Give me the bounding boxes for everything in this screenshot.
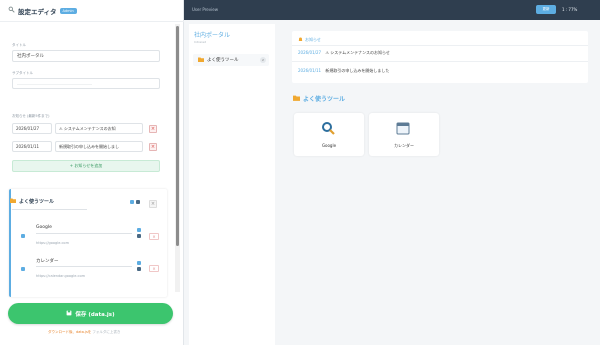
notice-delete-button[interactable]: × bbox=[149, 143, 157, 151]
folder-icon bbox=[10, 198, 16, 205]
group-delete-button[interactable]: × bbox=[149, 200, 157, 208]
site-title-label: タイトル bbox=[12, 43, 26, 47]
preview-topbar: User Preview 更新 1 : 77% bbox=[184, 0, 600, 20]
link-name-underline bbox=[36, 266, 132, 267]
link-group-title-text: よく使うツール bbox=[19, 199, 55, 205]
notice-text: 新規取引の申し込みを開始しました bbox=[325, 68, 390, 73]
notice-heading: お知らせ bbox=[298, 37, 321, 43]
link-name-field[interactable]: カレンダー bbox=[36, 258, 59, 264]
notice-date-input[interactable]: 2026/01/27 bbox=[12, 123, 52, 134]
move-up-icon[interactable] bbox=[130, 200, 134, 204]
notice-card bbox=[292, 31, 588, 83]
save-button[interactable]: 保存 (data.js) bbox=[8, 303, 173, 324]
drag-handle-icon[interactable] bbox=[21, 267, 25, 271]
search-icon bbox=[321, 121, 335, 137]
tool-tile-label: カレンダー bbox=[394, 143, 414, 148]
notice-item: 2026/01/27 ⚠ システムメンテナンスのお知らせ bbox=[298, 50, 390, 56]
link-group-card bbox=[9, 189, 167, 297]
notice-item: 2026/01/11 新規取引の申し込みを開始しました bbox=[298, 68, 389, 74]
bell-icon bbox=[298, 37, 303, 43]
save-note: ダウンロード後、data.jsを フォルダに上書き bbox=[48, 330, 120, 335]
notice-divider bbox=[292, 45, 588, 46]
add-notice-button[interactable]: + お知らせを追加 bbox=[12, 160, 160, 172]
notice-date: 2026/01/27 bbox=[298, 50, 322, 55]
link-group-title[interactable]: よく使うツール bbox=[10, 198, 54, 205]
move-down-icon[interactable] bbox=[136, 200, 140, 204]
move-up-icon[interactable] bbox=[137, 228, 141, 232]
move-up-icon[interactable] bbox=[137, 261, 141, 265]
move-down-icon[interactable] bbox=[137, 267, 141, 271]
group-move-controls[interactable] bbox=[130, 200, 140, 204]
move-down-icon[interactable] bbox=[137, 234, 141, 238]
wrench-icon bbox=[8, 6, 15, 15]
notice-heading-text: お知らせ bbox=[305, 37, 321, 42]
sidebar-item-count: 2 bbox=[260, 57, 266, 63]
notice-divider bbox=[292, 61, 588, 62]
save-button-label: 保存 (data.js) bbox=[75, 311, 115, 318]
notice-delete-button[interactable]: × bbox=[149, 125, 157, 133]
preview-sidebar bbox=[189, 24, 275, 345]
link-name-field[interactable]: Google bbox=[36, 225, 52, 230]
link-move-controls[interactable] bbox=[137, 261, 141, 271]
editor-title: 設定エディタ bbox=[18, 7, 57, 16]
subtitle-label: サブタイトル bbox=[12, 71, 33, 75]
save-icon bbox=[66, 310, 72, 318]
save-note-sub: フォルダに上書き bbox=[92, 330, 121, 334]
admin-badge: Admin bbox=[59, 7, 77, 14]
tool-tile-label: Google bbox=[321, 143, 337, 148]
link-name-underline bbox=[36, 233, 132, 234]
portal-title: 社内ポータル bbox=[194, 32, 231, 39]
zoom-level: 1 : 77% bbox=[562, 7, 578, 12]
tools-section-title: よく使うツール bbox=[303, 96, 346, 103]
drag-handle-icon[interactable] bbox=[21, 234, 25, 238]
preview-title: User Preview bbox=[192, 7, 218, 12]
link-delete-button[interactable]: × bbox=[149, 265, 159, 272]
sidebar-item-tools[interactable]: よく使うツール 2 bbox=[193, 54, 269, 66]
link-delete-button[interactable]: × bbox=[149, 233, 159, 240]
link-url-field[interactable]: https://google.com bbox=[36, 241, 69, 245]
notice-text-input[interactable]: ⚠ システムメンテナンスのお知 bbox=[55, 123, 143, 134]
notices-section-label: お知らせ (最新5件まで) bbox=[12, 114, 50, 118]
tools-section-heading: よく使うツール bbox=[293, 94, 345, 103]
editor-header: 設定エディタ Admin bbox=[0, 0, 184, 22]
calendar-icon bbox=[396, 121, 410, 137]
notice-text-input[interactable]: 新規取引の申し込みを開始しまし bbox=[55, 141, 143, 152]
notice-text: ⚠ システムメンテナンスのお知らせ bbox=[325, 50, 390, 55]
link-url-field[interactable]: https://calendar.google.com bbox=[36, 274, 85, 278]
folder-icon bbox=[293, 95, 300, 103]
notice-date-input[interactable]: 2026/01/11 bbox=[12, 141, 52, 152]
sidebar-item-label: よく使うツール bbox=[207, 58, 239, 63]
folder-icon bbox=[198, 57, 204, 64]
editor-scrollbar-thumb[interactable] bbox=[176, 26, 179, 246]
notice-date: 2026/01/11 bbox=[298, 68, 322, 73]
portal-subtitle: Intranet bbox=[194, 40, 206, 44]
site-title-input[interactable]: 社内ポータル bbox=[12, 50, 160, 62]
group-title-underline bbox=[12, 209, 87, 210]
subtitle-input[interactable]: ――――――――――――――――――――――――― bbox=[12, 78, 160, 89]
refresh-button[interactable]: 更新 bbox=[536, 5, 556, 14]
save-note-main: ダウンロード後、data.jsを bbox=[48, 330, 92, 334]
link-move-controls[interactable] bbox=[137, 228, 141, 238]
